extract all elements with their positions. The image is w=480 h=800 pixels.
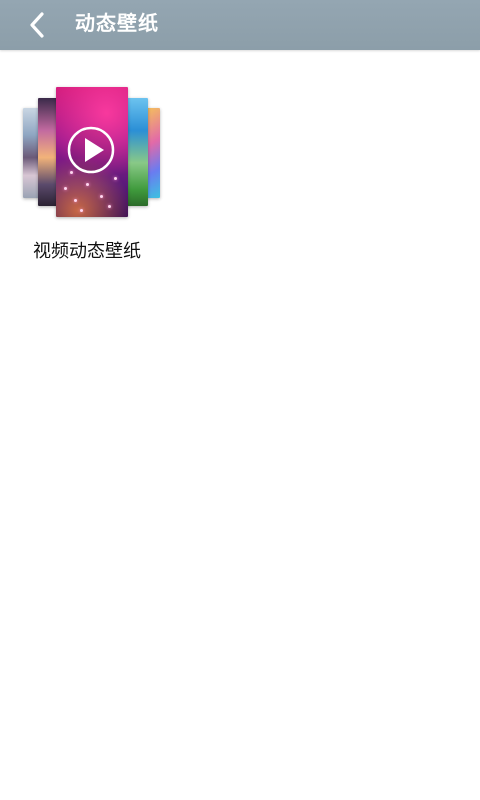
chevron-left-icon	[27, 10, 49, 40]
video-live-wallpaper-item[interactable]: 视频动态壁纸	[18, 80, 168, 270]
wallpaper-thumbnail-stack[interactable]	[18, 80, 168, 225]
sparkle	[108, 205, 111, 208]
sparkle	[86, 183, 89, 186]
play-icon[interactable]	[66, 125, 116, 175]
sparkle	[64, 187, 67, 190]
back-button[interactable]	[18, 5, 58, 45]
sparkle	[80, 209, 83, 212]
sparkle	[114, 177, 117, 180]
app-bar: 动态壁纸	[0, 0, 480, 50]
thumbnail-card-main	[56, 87, 128, 217]
wallpaper-label: 视频动态壁纸	[33, 241, 141, 262]
page-title: 动态壁纸	[75, 11, 159, 35]
sparkle	[100, 195, 103, 198]
sparkle	[74, 199, 77, 202]
